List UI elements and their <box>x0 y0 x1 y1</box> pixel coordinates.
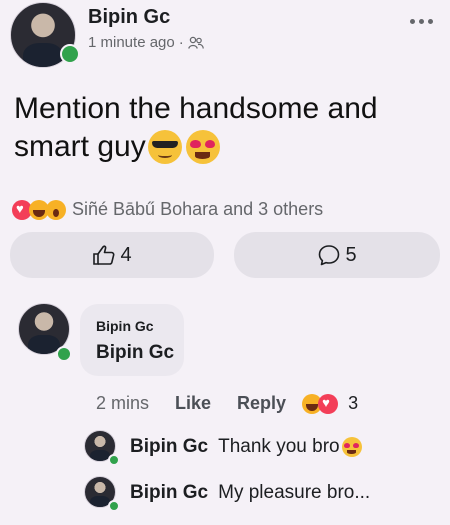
heart-eyes-emoji-icon <box>341 437 362 457</box>
post-text-line2-text: smart guy <box>14 130 146 163</box>
reply-online-dot <box>108 454 120 466</box>
post-text-line1: Mention the handsome and <box>14 92 378 125</box>
post-author-name[interactable]: Bipin Gc <box>88 6 170 29</box>
comment-mention[interactable]: Bipin Gc <box>96 342 174 364</box>
like-count: 4 <box>120 243 132 266</box>
reply-text: My pleasure bro... <box>218 482 371 503</box>
comment-bubble[interactable]: Bipin Gc Bipin Gc <box>80 304 184 376</box>
reply-author-name[interactable]: Bipin Gc <box>130 482 208 504</box>
love-reaction-icon <box>318 393 339 414</box>
reply-text: Thank you bro <box>218 436 340 457</box>
comment-author-name[interactable]: Bipin Gc <box>96 318 154 334</box>
reply-row: Bipin Gc My pleasure bro... <box>130 482 370 504</box>
like-button[interactable]: 4 <box>10 232 214 278</box>
comment-actions: 2 mins Like Reply 3 <box>96 393 358 414</box>
wow-reaction-icon <box>46 199 66 220</box>
more-options-icon[interactable] <box>410 14 440 28</box>
comment-time[interactable]: 2 mins <box>96 393 149 414</box>
reply-author-name[interactable]: Bipin Gc <box>130 436 208 458</box>
comment-like-link[interactable]: Like <box>175 393 211 414</box>
comment-reaction-count: 3 <box>348 393 359 413</box>
post-meta: 1 minute ago · <box>88 34 204 51</box>
reactions-summary-text: Siñé Bābű Bohara and 3 others <box>72 199 324 219</box>
reactions-summary[interactable]: Siñé Bābű Bohara and 3 others <box>12 199 323 220</box>
post-time[interactable]: 1 minute ago <box>88 34 175 51</box>
commenter-online-dot <box>56 346 72 362</box>
heart-eyes-emoji-icon <box>185 130 220 164</box>
reply-row: Bipin Gc Thank you bro <box>130 436 362 458</box>
comment-count: 5 <box>345 243 357 266</box>
comment-bubble-icon <box>319 245 340 266</box>
comment-reactions[interactable]: 3 <box>302 393 358 414</box>
post-text-line2: smart guy <box>14 128 444 166</box>
online-status-dot <box>60 44 80 64</box>
thumbs-up-icon <box>93 245 115 265</box>
meta-separator: · <box>178 34 184 51</box>
sunglasses-emoji-icon <box>147 130 182 164</box>
comment-button[interactable]: 5 <box>234 232 440 278</box>
post-text: Mention the handsome and smart guy <box>14 90 444 166</box>
reply-online-dot <box>108 500 120 512</box>
comment-reply-link[interactable]: Reply <box>237 393 286 414</box>
friends-icon <box>187 36 204 49</box>
